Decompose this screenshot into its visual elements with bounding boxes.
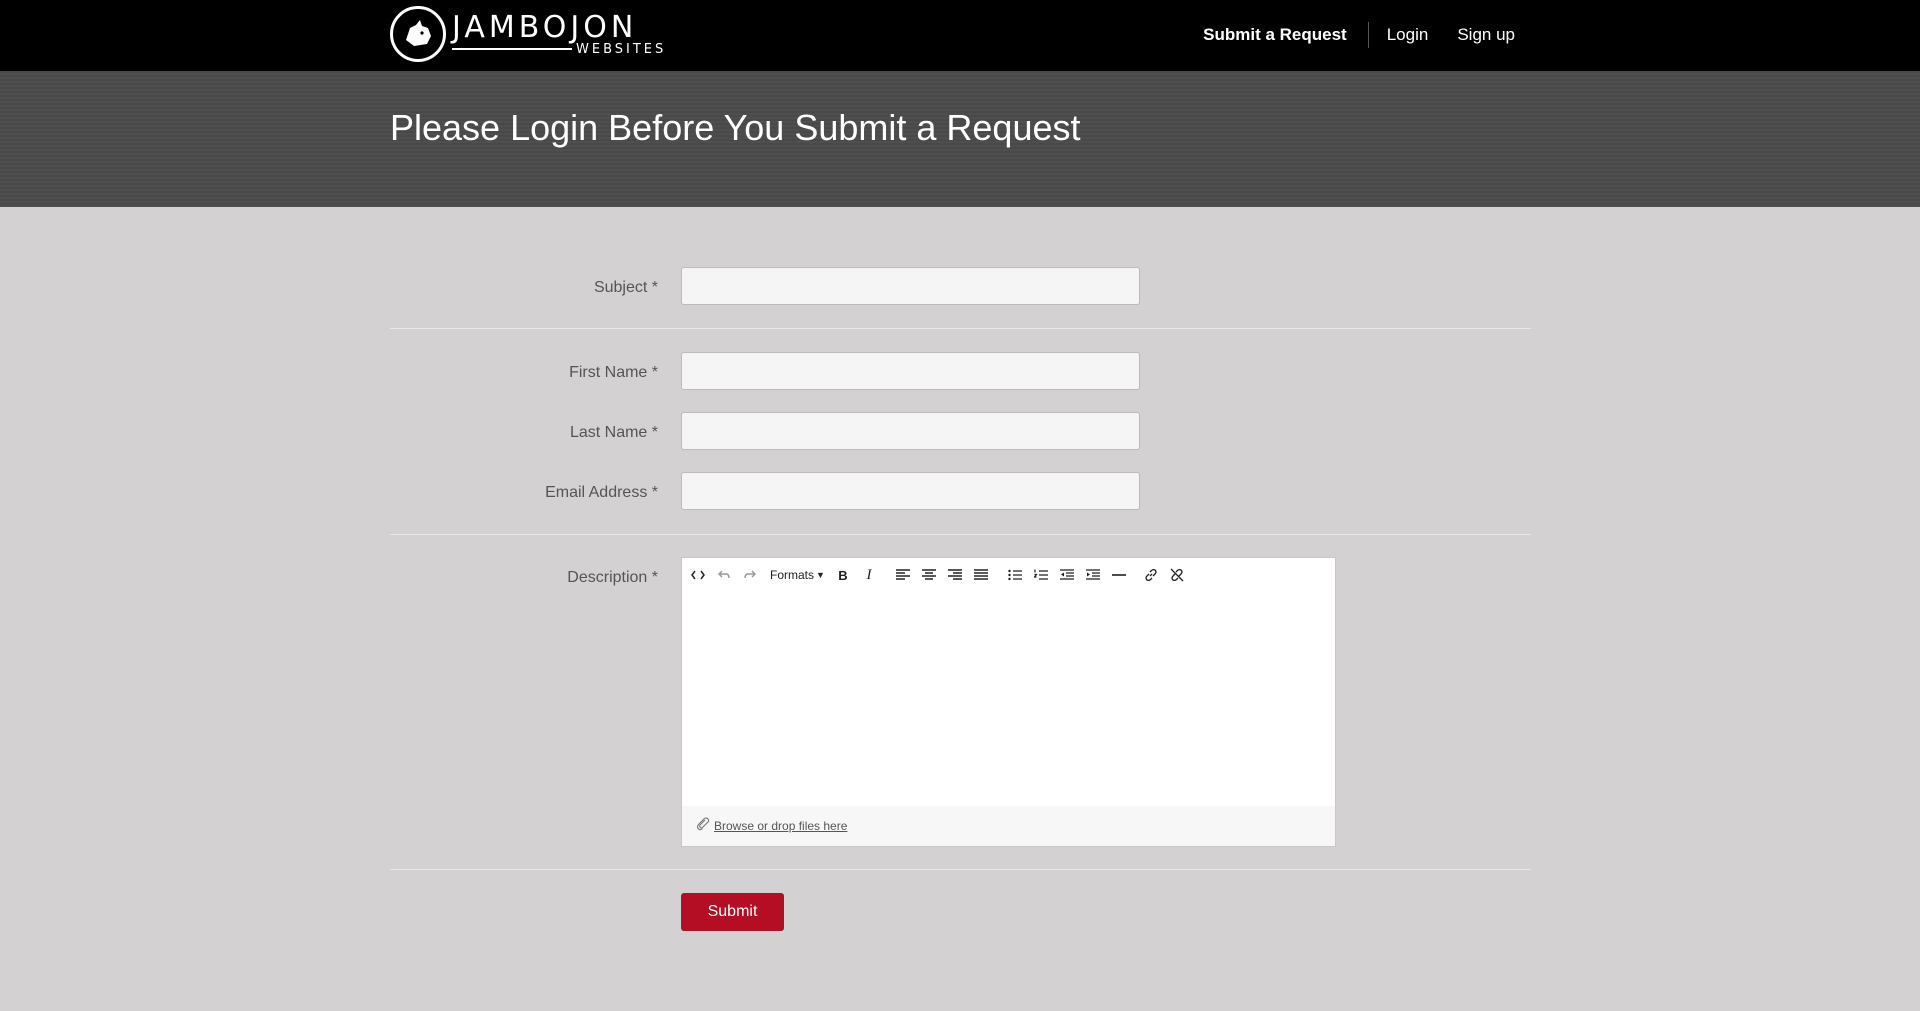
formats-label: Formats <box>770 568 815 582</box>
subject-label: Subject * <box>593 279 658 296</box>
form-divider <box>390 328 1531 329</box>
last-name-input[interactable] <box>681 412 1140 450</box>
page-title: Please Login Before You Submit a Request <box>390 107 1081 148</box>
submit-button[interactable]: Submit <box>681 893 784 931</box>
paperclip-icon <box>696 817 710 834</box>
align-justify-icon[interactable] <box>971 565 991 585</box>
header-nav: Submit a Request Login Sign up <box>1203 22 1515 48</box>
page-header-banner: Please Login Before You Submit a Request <box>0 71 1920 207</box>
outdent-icon[interactable] <box>1057 565 1077 585</box>
rhino-logo-icon <box>390 6 446 62</box>
first-name-input[interactable] <box>681 352 1140 390</box>
form-divider <box>390 869 1531 870</box>
email-input[interactable] <box>681 472 1140 510</box>
email-label: Email Address * <box>545 484 658 501</box>
nav-divider <box>1367 22 1369 48</box>
source-code-icon[interactable] <box>688 565 708 585</box>
caret-down-icon: ▼ <box>816 570 825 580</box>
site-logo[interactable]: JAMBOJON WEBSITES <box>390 6 666 62</box>
description-editor[interactable]: Formats ▼ B I Browse or drop files here <box>681 557 1336 847</box>
logo-wordmark: JAMBOJON <box>452 9 638 45</box>
attachment-dropzone[interactable]: Browse or drop files here <box>696 817 847 834</box>
italic-icon[interactable]: I <box>859 565 879 585</box>
logo-subtitle: WEBSITES <box>576 41 667 57</box>
redo-icon[interactable] <box>740 565 760 585</box>
logo-underline <box>452 48 572 50</box>
first-name-label: First Name * <box>569 364 658 381</box>
nav-submit-request-link[interactable]: Submit a Request <box>1203 25 1347 45</box>
browse-files-link[interactable]: Browse or drop files here <box>714 819 847 833</box>
indent-icon[interactable] <box>1083 565 1103 585</box>
top-navbar: JAMBOJON WEBSITES Submit a Request Login… <box>0 0 1920 71</box>
numbered-list-icon[interactable] <box>1031 565 1051 585</box>
unlink-icon[interactable] <box>1167 565 1187 585</box>
form-divider <box>390 534 1531 535</box>
undo-icon[interactable] <box>714 565 734 585</box>
horizontal-rule-icon[interactable] <box>1109 565 1129 585</box>
bullet-list-icon[interactable] <box>1005 565 1025 585</box>
editor-attachment-bar: Browse or drop files here <box>682 806 1335 846</box>
subject-input[interactable] <box>681 267 1140 305</box>
align-right-icon[interactable] <box>945 565 965 585</box>
editor-toolbar: Formats ▼ B I <box>688 565 1193 585</box>
bold-icon[interactable]: B <box>833 565 853 585</box>
align-left-icon[interactable] <box>893 565 913 585</box>
description-label: Description * <box>567 569 658 586</box>
link-icon[interactable] <box>1141 565 1161 585</box>
nav-signup-link[interactable]: Sign up <box>1457 25 1515 45</box>
nav-login-link[interactable]: Login <box>1387 25 1429 45</box>
align-center-icon[interactable] <box>919 565 939 585</box>
last-name-label: Last Name * <box>569 424 658 441</box>
formats-dropdown[interactable]: Formats ▼ <box>770 565 825 585</box>
